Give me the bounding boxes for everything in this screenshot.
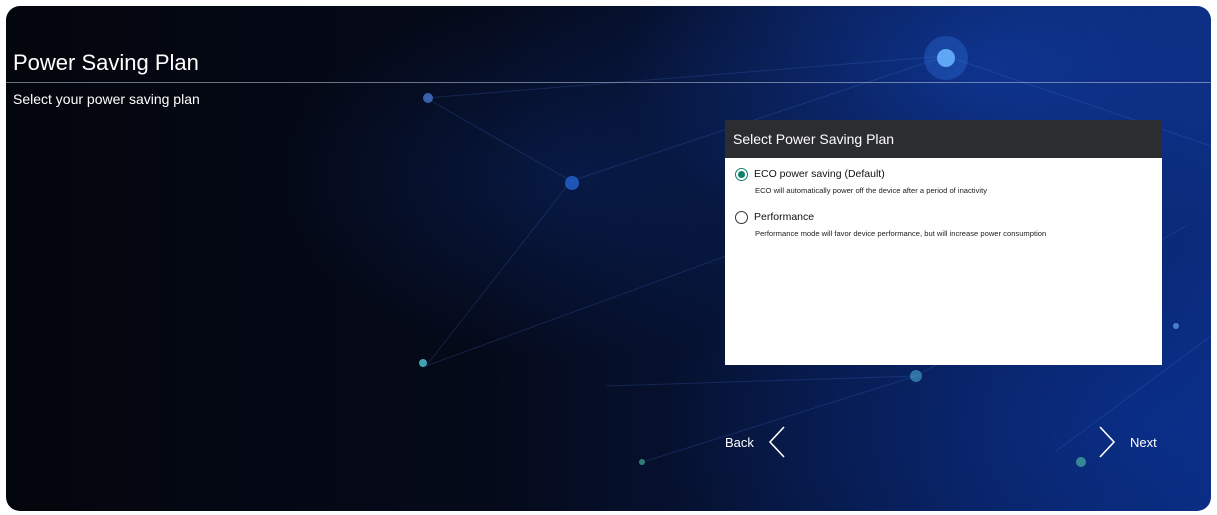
chevron-right-icon xyxy=(1099,426,1116,458)
back-label: Back xyxy=(725,434,754,450)
radio-dot xyxy=(738,170,745,178)
option-label: ECO power saving (Default) xyxy=(754,168,885,180)
power-plan-dialog: Select Power Saving Plan ECO power savin… xyxy=(725,120,1162,365)
chevron-left-icon xyxy=(768,426,785,458)
page-title: Power Saving Plan xyxy=(13,50,199,75)
option-eco-power-saving[interactable]: ECO power saving (Default) ECO will auto… xyxy=(735,166,987,195)
option-description: Performance mode will favor device perfo… xyxy=(755,229,1047,238)
radio-unchecked-icon[interactable] xyxy=(735,210,748,224)
setup-screen: Power Saving Plan Select your power savi… xyxy=(6,6,1211,511)
next-button[interactable]: Next xyxy=(1098,425,1157,459)
next-label: Next xyxy=(1130,434,1157,450)
title-divider xyxy=(6,82,1211,83)
dialog-title: Select Power Saving Plan xyxy=(725,120,1162,158)
option-description: ECO will automatically power off the dev… xyxy=(755,186,987,195)
option-performance[interactable]: Performance Performance mode will favor … xyxy=(735,209,1046,238)
back-button[interactable]: Back xyxy=(725,425,786,459)
option-label: Performance xyxy=(754,211,815,223)
radio-checked-icon[interactable] xyxy=(735,167,748,181)
page-subtitle: Select your power saving plan xyxy=(13,91,200,107)
